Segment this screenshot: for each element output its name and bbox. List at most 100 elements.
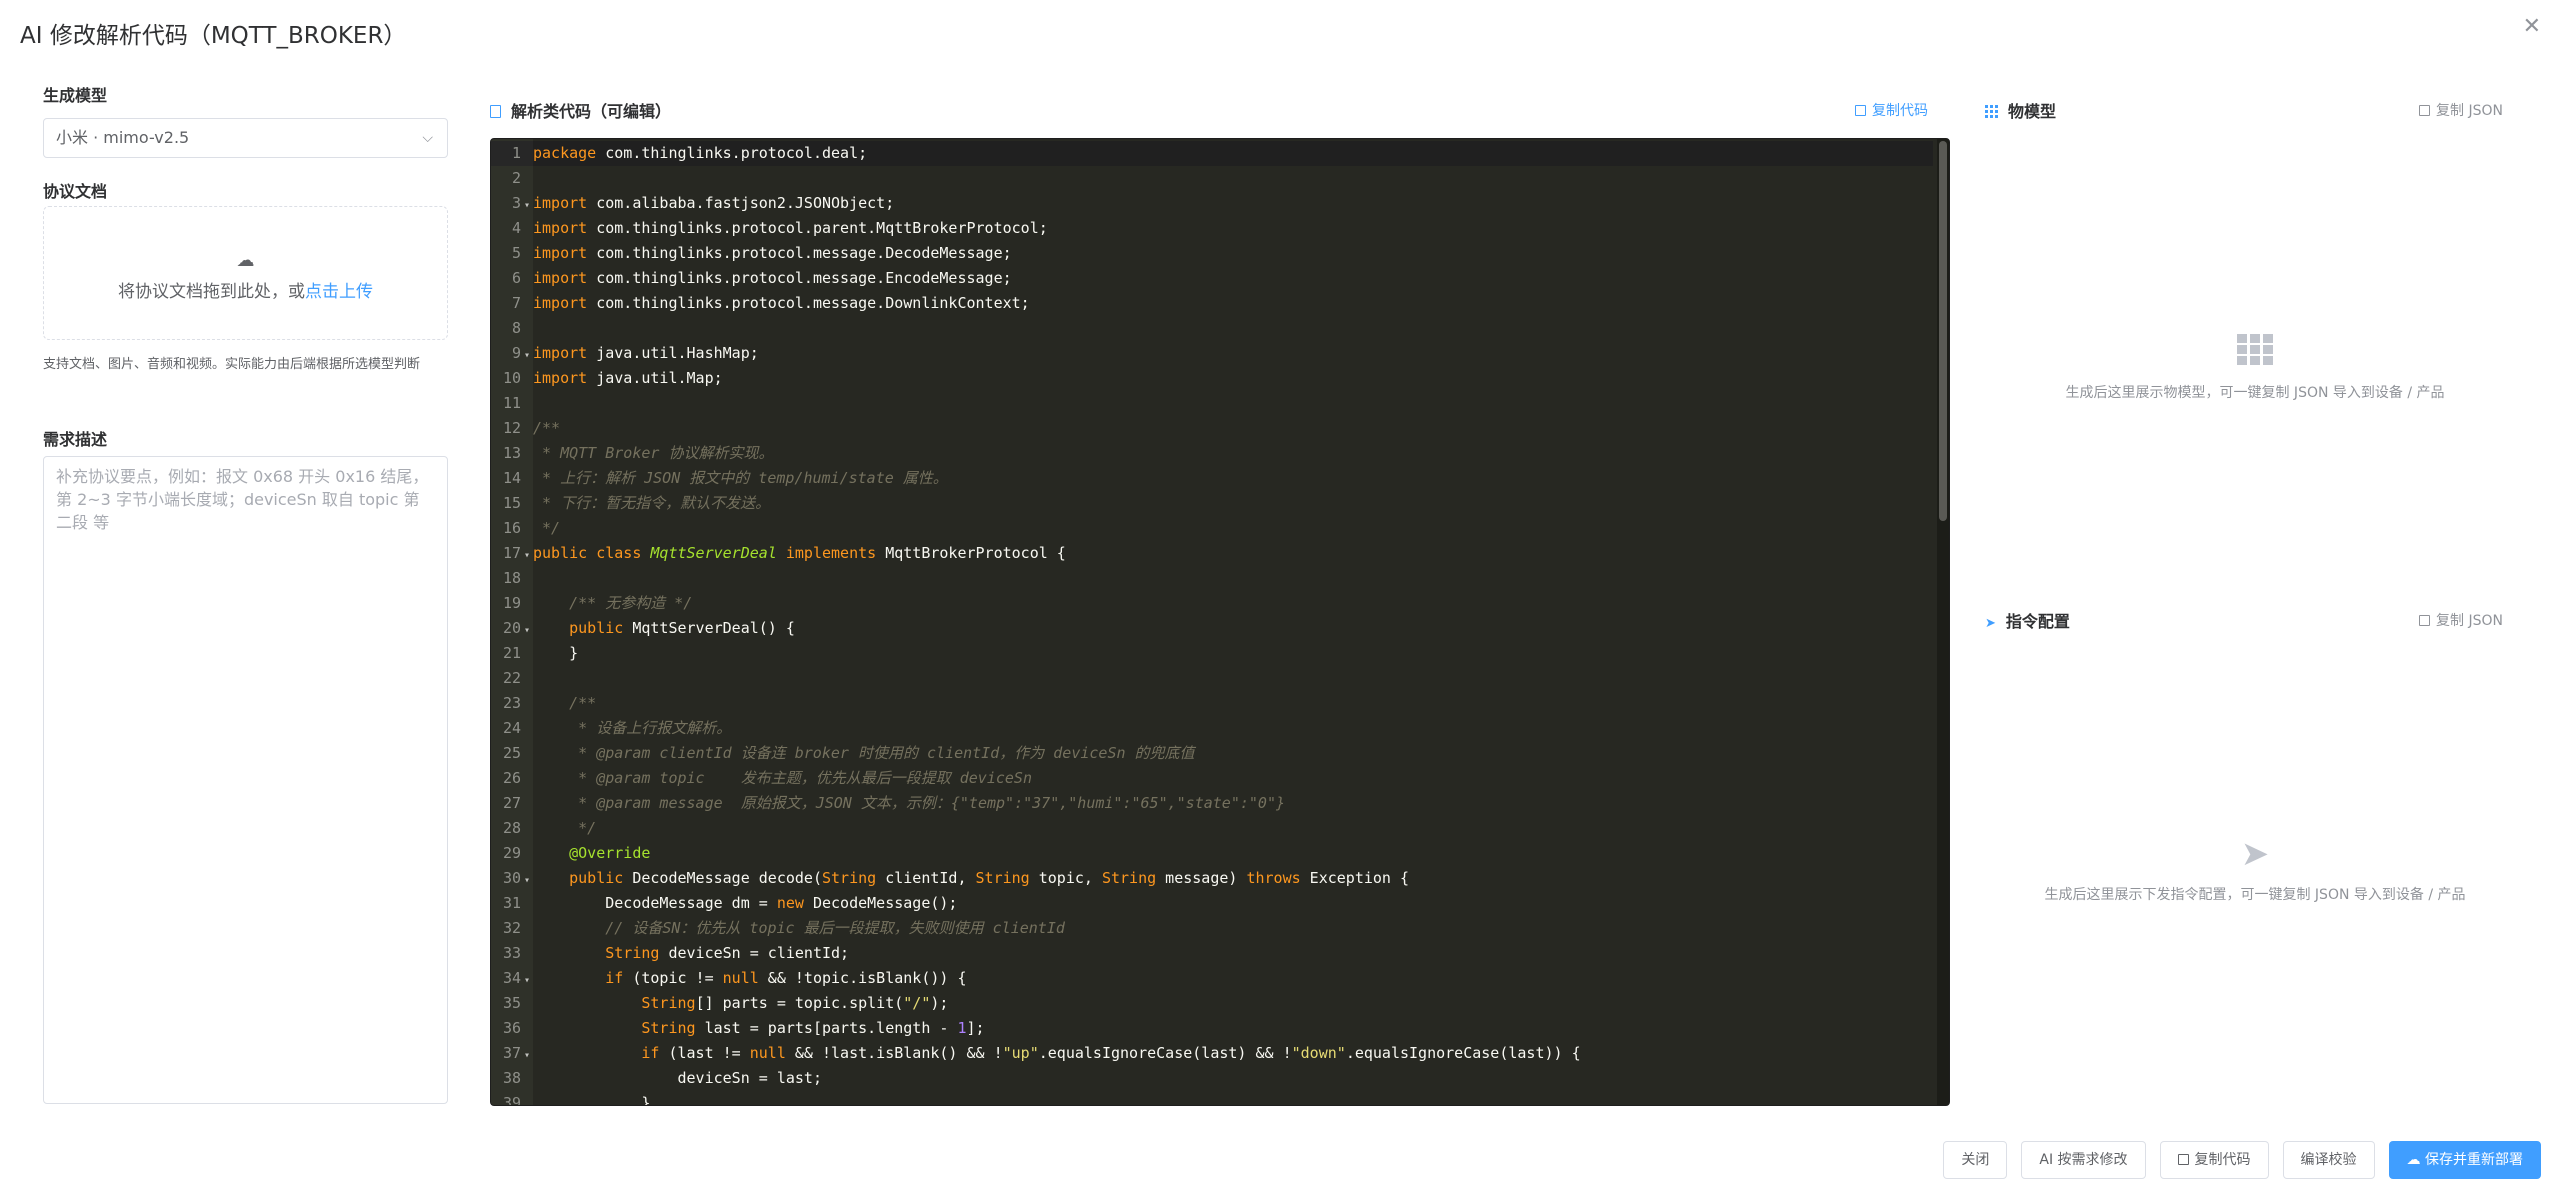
line-number: 21 xyxy=(502,644,521,662)
copy-json-label: 复制 JSON xyxy=(2436,103,2503,119)
fold-arrow-icon[interactable]: ▾ xyxy=(521,343,533,368)
code-text: String[] parts = topic.split("/"); xyxy=(641,994,949,1012)
code-line[interactable]: 7 import com.thinglinks.protocol.message.… xyxy=(491,291,1581,316)
requirement-textarea[interactable]: 补充协议要点，例如：报文 0x68 开头 0x16 结尾，第 2~3 字节小端长… xyxy=(43,456,448,1104)
line-number: 3 xyxy=(511,194,521,212)
fold-arrow-icon[interactable]: ▾ xyxy=(521,193,533,218)
code-line[interactable]: 34 ▾ if (topic != null && !topic.isBlank(… xyxy=(491,966,1581,991)
code-line[interactable]: 6 import com.thinglinks.protocol.message.… xyxy=(491,266,1581,291)
copy-json-commands[interactable]: 复制 JSON xyxy=(2419,610,2503,630)
line-number: 28 xyxy=(502,819,521,837)
code-line[interactable]: 13 * MQTT Broker 协议解析实现。 xyxy=(491,441,1581,466)
document-icon xyxy=(490,105,501,118)
code-line[interactable]: 37 ▾ if (last != null && !last.isBlank() … xyxy=(491,1041,1581,1066)
code-line[interactable]: 18 xyxy=(491,566,1581,591)
line-number: 15 xyxy=(502,494,521,512)
requirement-label: 需求描述 xyxy=(43,430,108,449)
command-config-empty: ➤ 生成后这里展示下发指令配置，可一键复制 JSON 导入到设备 / 产品 xyxy=(1985,836,2525,904)
code-line[interactable]: 19 /** 无参构造 */ xyxy=(491,591,1581,616)
line-number: 6 xyxy=(511,269,521,287)
ai-modify-button[interactable]: AI 按需求修改 xyxy=(2021,1141,2146,1179)
code-line[interactable]: 36 String last = parts[parts.length - 1]… xyxy=(491,1016,1581,1041)
code-line[interactable]: 38 deviceSn = last; xyxy=(491,1066,1581,1091)
code-line[interactable]: 32 // 设备SN：优先从 topic 最后一段提取，失败则使用 client… xyxy=(491,916,1581,941)
code-line[interactable]: 15 * 下行：暂无指令，默认不发送。 xyxy=(491,491,1581,516)
line-number: 14 xyxy=(502,469,521,487)
code-text: DecodeMessage dm = new DecodeMessage(); xyxy=(533,894,958,912)
code-panel: 解析类代码（可编辑） 复制代码 1 package com.thinglinks.… xyxy=(490,98,1950,1106)
code-line[interactable]: 28 */ xyxy=(491,816,1581,841)
code-line[interactable]: 2 xyxy=(491,166,1581,191)
line-number: 10 xyxy=(502,369,521,387)
close-button[interactable]: 关闭 xyxy=(1943,1141,2008,1179)
code-line[interactable]: 20 ▾ public MqttServerDeal() { xyxy=(491,616,1581,641)
thing-model-empty: 生成后这里展示物模型，可一键复制 JSON 导入到设备 / 产品 xyxy=(1985,334,2525,402)
fold-arrow-icon[interactable]: ▾ xyxy=(521,1043,533,1068)
copy-icon xyxy=(2419,105,2431,116)
code-line[interactable]: 24 * 设备上行报文解析。 xyxy=(491,716,1581,741)
copy-code-button[interactable]: 复制代码 xyxy=(2159,1141,2269,1179)
code-line[interactable]: 5 import com.thinglinks.protocol.message.… xyxy=(491,241,1581,266)
close-icon[interactable]: ✕ xyxy=(2523,14,2541,40)
line-number: 16 xyxy=(502,519,521,537)
code-line[interactable]: 16 */ xyxy=(491,516,1581,541)
code-text: * 设备上行报文解析。 xyxy=(533,719,732,737)
line-number: 20 xyxy=(502,619,521,637)
copy-code-link[interactable]: 复制代码 xyxy=(1855,100,1928,120)
code-line[interactable]: 9 ▾ import java.util.HashMap; xyxy=(491,341,1581,366)
editor-scrollbar[interactable] xyxy=(1937,139,1949,1105)
line-number: 18 xyxy=(502,569,521,587)
code-line[interactable]: 25 * @param clientId 设备连 broker 时使用的 cli… xyxy=(491,741,1581,766)
code-line[interactable]: 30 ▾ public DecodeMessage decode(String c… xyxy=(491,866,1581,891)
save-redeploy-button[interactable]: ☁ 保存并重新部署 xyxy=(2388,1141,2541,1179)
line-number: 37 xyxy=(502,1044,521,1062)
code-text: * 下行：暂无指令，默认不发送。 xyxy=(533,494,771,512)
copy-json-thing-model[interactable]: 复制 JSON xyxy=(2419,100,2503,120)
protocol-doc-label: 协议文档 xyxy=(43,182,108,201)
line-number: 19 xyxy=(502,594,521,612)
code-line[interactable]: 23 /** xyxy=(491,691,1581,716)
code-line[interactable]: 12 /** xyxy=(491,416,1581,441)
code-text: import java.util.Map; xyxy=(533,369,723,387)
copy-icon xyxy=(2419,615,2431,626)
fold-arrow-icon[interactable]: ▾ xyxy=(521,868,533,893)
code-line[interactable]: 10 import java.util.Map; xyxy=(491,366,1581,391)
code-line[interactable]: 22 xyxy=(491,666,1581,691)
code-text: // 设备SN：优先从 topic 最后一段提取，失败则使用 clientId xyxy=(605,919,1065,937)
code-line[interactable]: 17 ▾ public class MqttServerDeal implement… xyxy=(491,541,1581,566)
code-line[interactable]: 29 @Override xyxy=(491,841,1581,866)
upload-link[interactable]: 点击上传 xyxy=(305,282,373,302)
compile-check-button[interactable]: 编译校验 xyxy=(2282,1141,2375,1179)
line-number: 38 xyxy=(502,1069,521,1087)
grid-placeholder-icon xyxy=(2237,334,2273,366)
code-text: @Override xyxy=(569,844,651,862)
code-line[interactable]: 14 * 上行：解析 JSON 报文中的 temp/humi/state 属性。 xyxy=(491,466,1581,491)
model-select[interactable]: 小米 · mimo-v2.5 ⌵ xyxy=(43,118,448,158)
code-line[interactable]: 3 ▾ import com.alibaba.fastjson2.JSONObjec… xyxy=(491,191,1581,216)
line-number: 7 xyxy=(511,294,521,312)
fold-arrow-icon[interactable]: ▾ xyxy=(521,618,533,643)
upload-dropzone[interactable]: ☁ 将协议文档拖到此处，或点击上传 xyxy=(43,206,448,340)
code-line[interactable]: 31 DecodeMessage dm = new DecodeMessage(… xyxy=(491,891,1581,916)
code-line[interactable]: 35 String[] parts = topic.split("/"); xyxy=(491,991,1581,1016)
code-text: /** xyxy=(533,419,561,437)
code-line[interactable]: 26 * @param topic 发布主题，优先从最后一段提取 deviceS… xyxy=(491,766,1581,791)
line-number: 30 xyxy=(502,869,521,887)
line-number: 8 xyxy=(511,319,521,337)
code-line[interactable]: 27 * @param message 原始报文，JSON 文本，示例：{"te… xyxy=(491,791,1581,816)
line-number: 36 xyxy=(502,1019,521,1037)
code-line[interactable]: 33 String deviceSn = clientId; xyxy=(491,941,1581,966)
code-editor[interactable]: 1 package com.thinglinks.protocol.deal; 2 3… xyxy=(490,138,1950,1106)
code-line[interactable]: 1 package com.thinglinks.protocol.deal; xyxy=(491,141,1581,166)
code-line[interactable]: 11 xyxy=(491,391,1581,416)
code-line[interactable]: 21 } xyxy=(491,641,1581,666)
code-line[interactable]: 39 } xyxy=(491,1091,1581,1105)
code-text: deviceSn = last; xyxy=(533,1069,822,1087)
line-number: 31 xyxy=(502,894,521,912)
code-line[interactable]: 4 import com.thinglinks.protocol.parent.M… xyxy=(491,216,1581,241)
editor-scrollbar-thumb[interactable] xyxy=(1939,141,1947,521)
code-line[interactable]: 8 xyxy=(491,316,1581,341)
fold-arrow-icon[interactable]: ▾ xyxy=(521,543,533,568)
fold-arrow-icon[interactable]: ▾ xyxy=(521,968,533,993)
command-config-title: ➤ 指令配置 xyxy=(1985,608,2070,632)
